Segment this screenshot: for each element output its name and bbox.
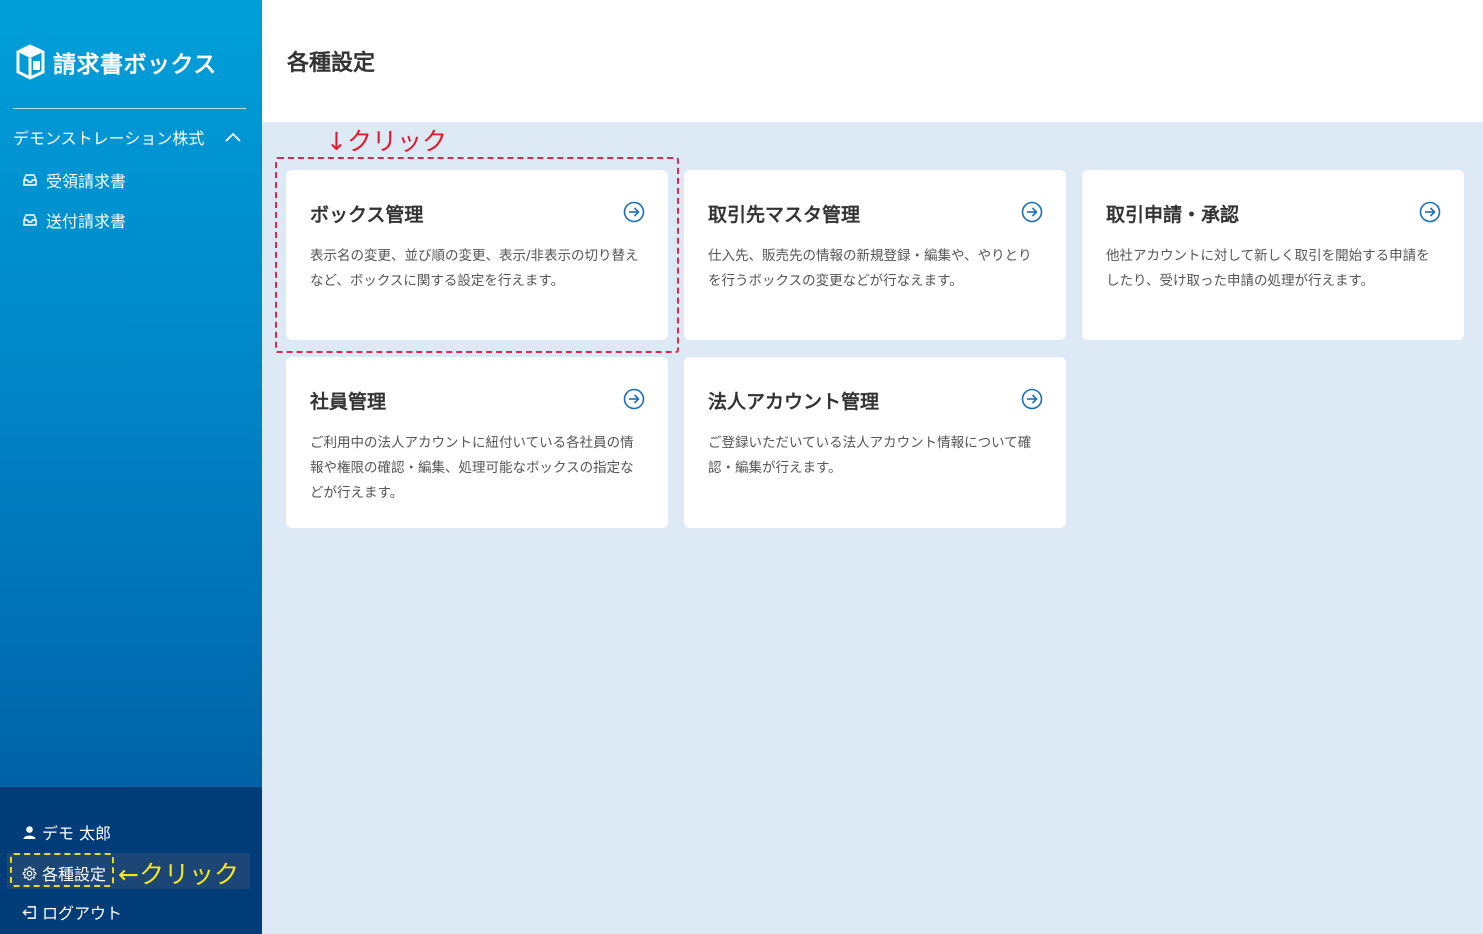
sidebar-item-sent-invoices[interactable]: 送付請求書 [22,208,126,232]
card-title: 取引先マスタ管理 [708,204,861,226]
company-name: デモンストレーション株式 [13,129,205,148]
sidebar-item-label: 送付請求書 [46,212,127,231]
logout-link[interactable]: ログアウト [22,900,122,924]
card-corporate-account[interactable]: 法人アカウント管理 ご登録いただいている法人アカウント情報について確認・編集が行… [684,357,1066,528]
card-employee-management[interactable]: 社員管理 ご利用中の法人アカウントに紐付いている各社員の情報や権限の確認・編集、… [286,357,668,528]
annotation-click-top: ↓クリック [326,127,447,156]
arrow-right-circle-icon[interactable] [1021,388,1043,410]
inbox-icon [23,174,37,186]
annotation-highlight-box-card [275,157,679,353]
sidebar: 請求書ボックス デモンストレーション株式 受領請求書 送付請求書 デモ 太郎 各… [0,0,262,934]
user-menu[interactable]: デモ 太郎 [22,820,111,844]
annotation-click-side: ←クリック [118,860,239,889]
card-title: 社員管理 [310,391,387,413]
page-title: 各種設定 [287,51,376,76]
app-name: 請求書ボックス [53,52,217,78]
arrow-right-circle-icon[interactable] [1419,201,1441,223]
card-trade-request[interactable]: 取引申請・承認 他社アカウントに対して新しく取引を開始する申請をしたり、受け取っ… [1082,170,1464,340]
sidebar-item-received-invoices[interactable]: 受領請求書 [22,168,126,192]
card-description: ご登録いただいている法人アカウント情報について確認・編集が行えます。 [708,435,1032,476]
card-partner-master[interactable]: 取引先マスタ管理 仕入先、販売先の情報の新規登録・編集や、やりとりを行うボックス… [684,170,1066,340]
app-logo[interactable]: 請求書ボックス [14,44,217,80]
card-description: ご利用中の法人アカウントに紐付いている各社員の情報や権限の確認・編集、処理可能な… [310,435,634,501]
card-description: 他社アカウントに対して新しく取引を開始する申請をしたり、受け取った申請の処理が行… [1106,248,1430,289]
logo-icon [16,44,45,80]
logout-icon [22,905,36,919]
card-title: 法人アカウント管理 [708,391,880,413]
chevron-up-icon [225,132,241,142]
company-selector[interactable]: デモンストレーション株式 [13,125,245,149]
card-title: 取引申請・承認 [1106,204,1240,226]
sidebar-divider [13,108,246,109]
card-description: 仕入先、販売先の情報の新規登録・編集や、やりとりを行うボックスの変更などが行なえ… [708,248,1032,289]
annotation-highlight-box-settings [10,853,114,887]
arrow-right-circle-icon[interactable] [623,388,645,410]
user-name: デモ 太郎 [42,824,112,843]
inbox-icon [23,214,37,226]
arrow-right-circle-icon[interactable] [1021,201,1043,223]
user-icon [23,825,36,839]
page-header: 各種設定 [262,0,1483,122]
logout-label: ログアウト [42,904,123,923]
sidebar-item-label: 受領請求書 [46,172,127,191]
